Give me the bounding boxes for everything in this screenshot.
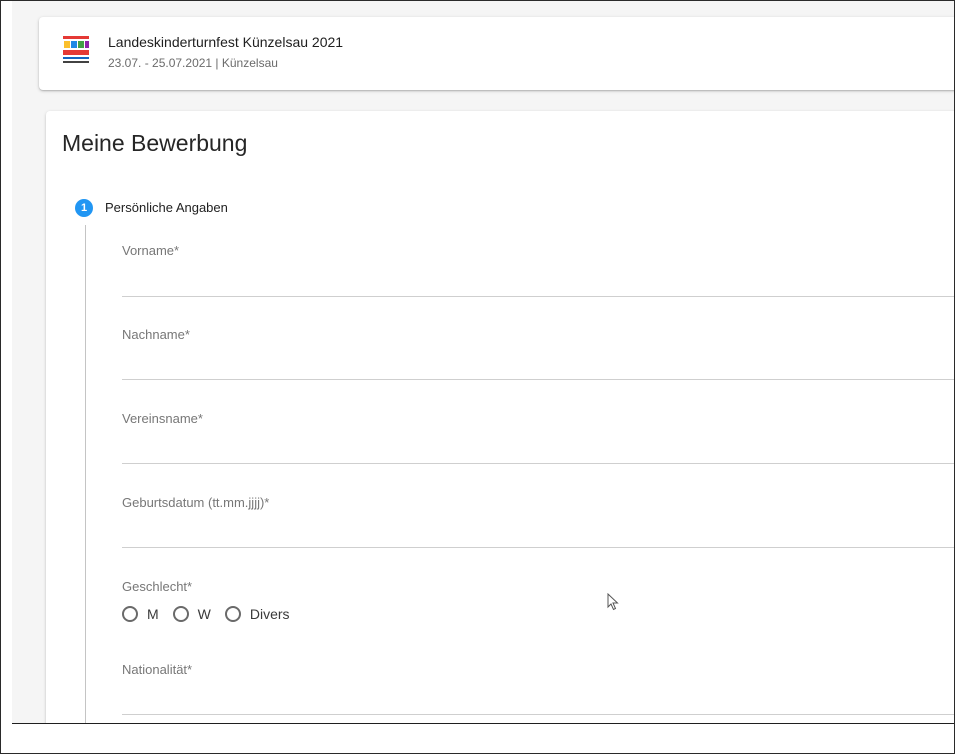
vereinsname-field: Vereinsname* xyxy=(122,411,954,475)
geburtsdatum-input[interactable] xyxy=(122,517,954,543)
vorname-field: Vorname* xyxy=(122,243,954,307)
mouse-pointer-icon xyxy=(607,593,619,611)
page-title: Meine Bewerbung xyxy=(62,130,248,156)
nationalitaet-field: Nationalität* xyxy=(122,662,954,723)
screenshot-frame: Landeskinderturnfest Künzelsau 2021 23.0… xyxy=(0,0,955,754)
geburtsdatum-field: Geburtsdatum (tt.mm.jjjj)* xyxy=(122,495,954,559)
nachname-label: Nachname* xyxy=(122,327,190,342)
event-header-card: Landeskinderturnfest Künzelsau 2021 23.0… xyxy=(39,17,954,90)
vorname-input[interactable] xyxy=(122,265,954,291)
radio-circle-icon[interactable] xyxy=(172,606,189,622)
geburtsdatum-label: Geburtsdatum (tt.mm.jjjj)* xyxy=(122,495,270,510)
application-form-card: Meine Bewerbung 1 Persönliche Angaben Vo… xyxy=(46,111,954,723)
vorname-label: Vorname* xyxy=(122,243,180,258)
gender-option-w[interactable]: W xyxy=(172,606,211,622)
gender-option-m[interactable]: M xyxy=(122,606,159,622)
radio-circle-icon[interactable] xyxy=(224,606,241,622)
geschlecht-field: Geschlecht* M W Divers xyxy=(122,579,522,629)
nachname-input[interactable] xyxy=(122,349,954,375)
gender-option-divers[interactable]: Divers xyxy=(224,606,290,622)
nationalitaet-input[interactable] xyxy=(122,684,954,710)
gender-option-w-label[interactable]: W xyxy=(198,606,211,622)
vorname-underline xyxy=(122,296,954,297)
nachname-underline xyxy=(122,379,954,380)
geschlecht-label: Geschlecht* xyxy=(122,579,193,594)
event-logo-icon xyxy=(63,36,89,63)
nachname-field: Nachname* xyxy=(122,327,954,391)
vereinsname-underline xyxy=(122,463,954,464)
step-label[interactable]: Persönliche Angaben xyxy=(105,200,228,215)
step-number-badge[interactable]: 1 xyxy=(75,199,93,217)
vereinsname-input[interactable] xyxy=(122,433,954,459)
stepper-connector-line xyxy=(85,225,86,723)
radio-circle-icon[interactable] xyxy=(122,606,138,622)
nationalitaet-label: Nationalität* xyxy=(122,662,193,677)
nationalitaet-underline xyxy=(122,714,954,715)
vereinsname-label: Vereinsname* xyxy=(122,411,203,426)
event-date-location: 23.07. - 25.07.2021 | Künzelsau xyxy=(108,56,278,70)
browser-viewport: Landeskinderturnfest Künzelsau 2021 23.0… xyxy=(12,1,954,724)
event-title: Landeskinderturnfest Künzelsau 2021 xyxy=(108,34,344,50)
geburtsdatum-underline xyxy=(122,547,954,548)
gender-option-divers-label[interactable]: Divers xyxy=(250,606,290,622)
geschlecht-radio-group: M W Divers xyxy=(122,603,304,625)
gender-option-m-label[interactable]: M xyxy=(147,606,159,622)
